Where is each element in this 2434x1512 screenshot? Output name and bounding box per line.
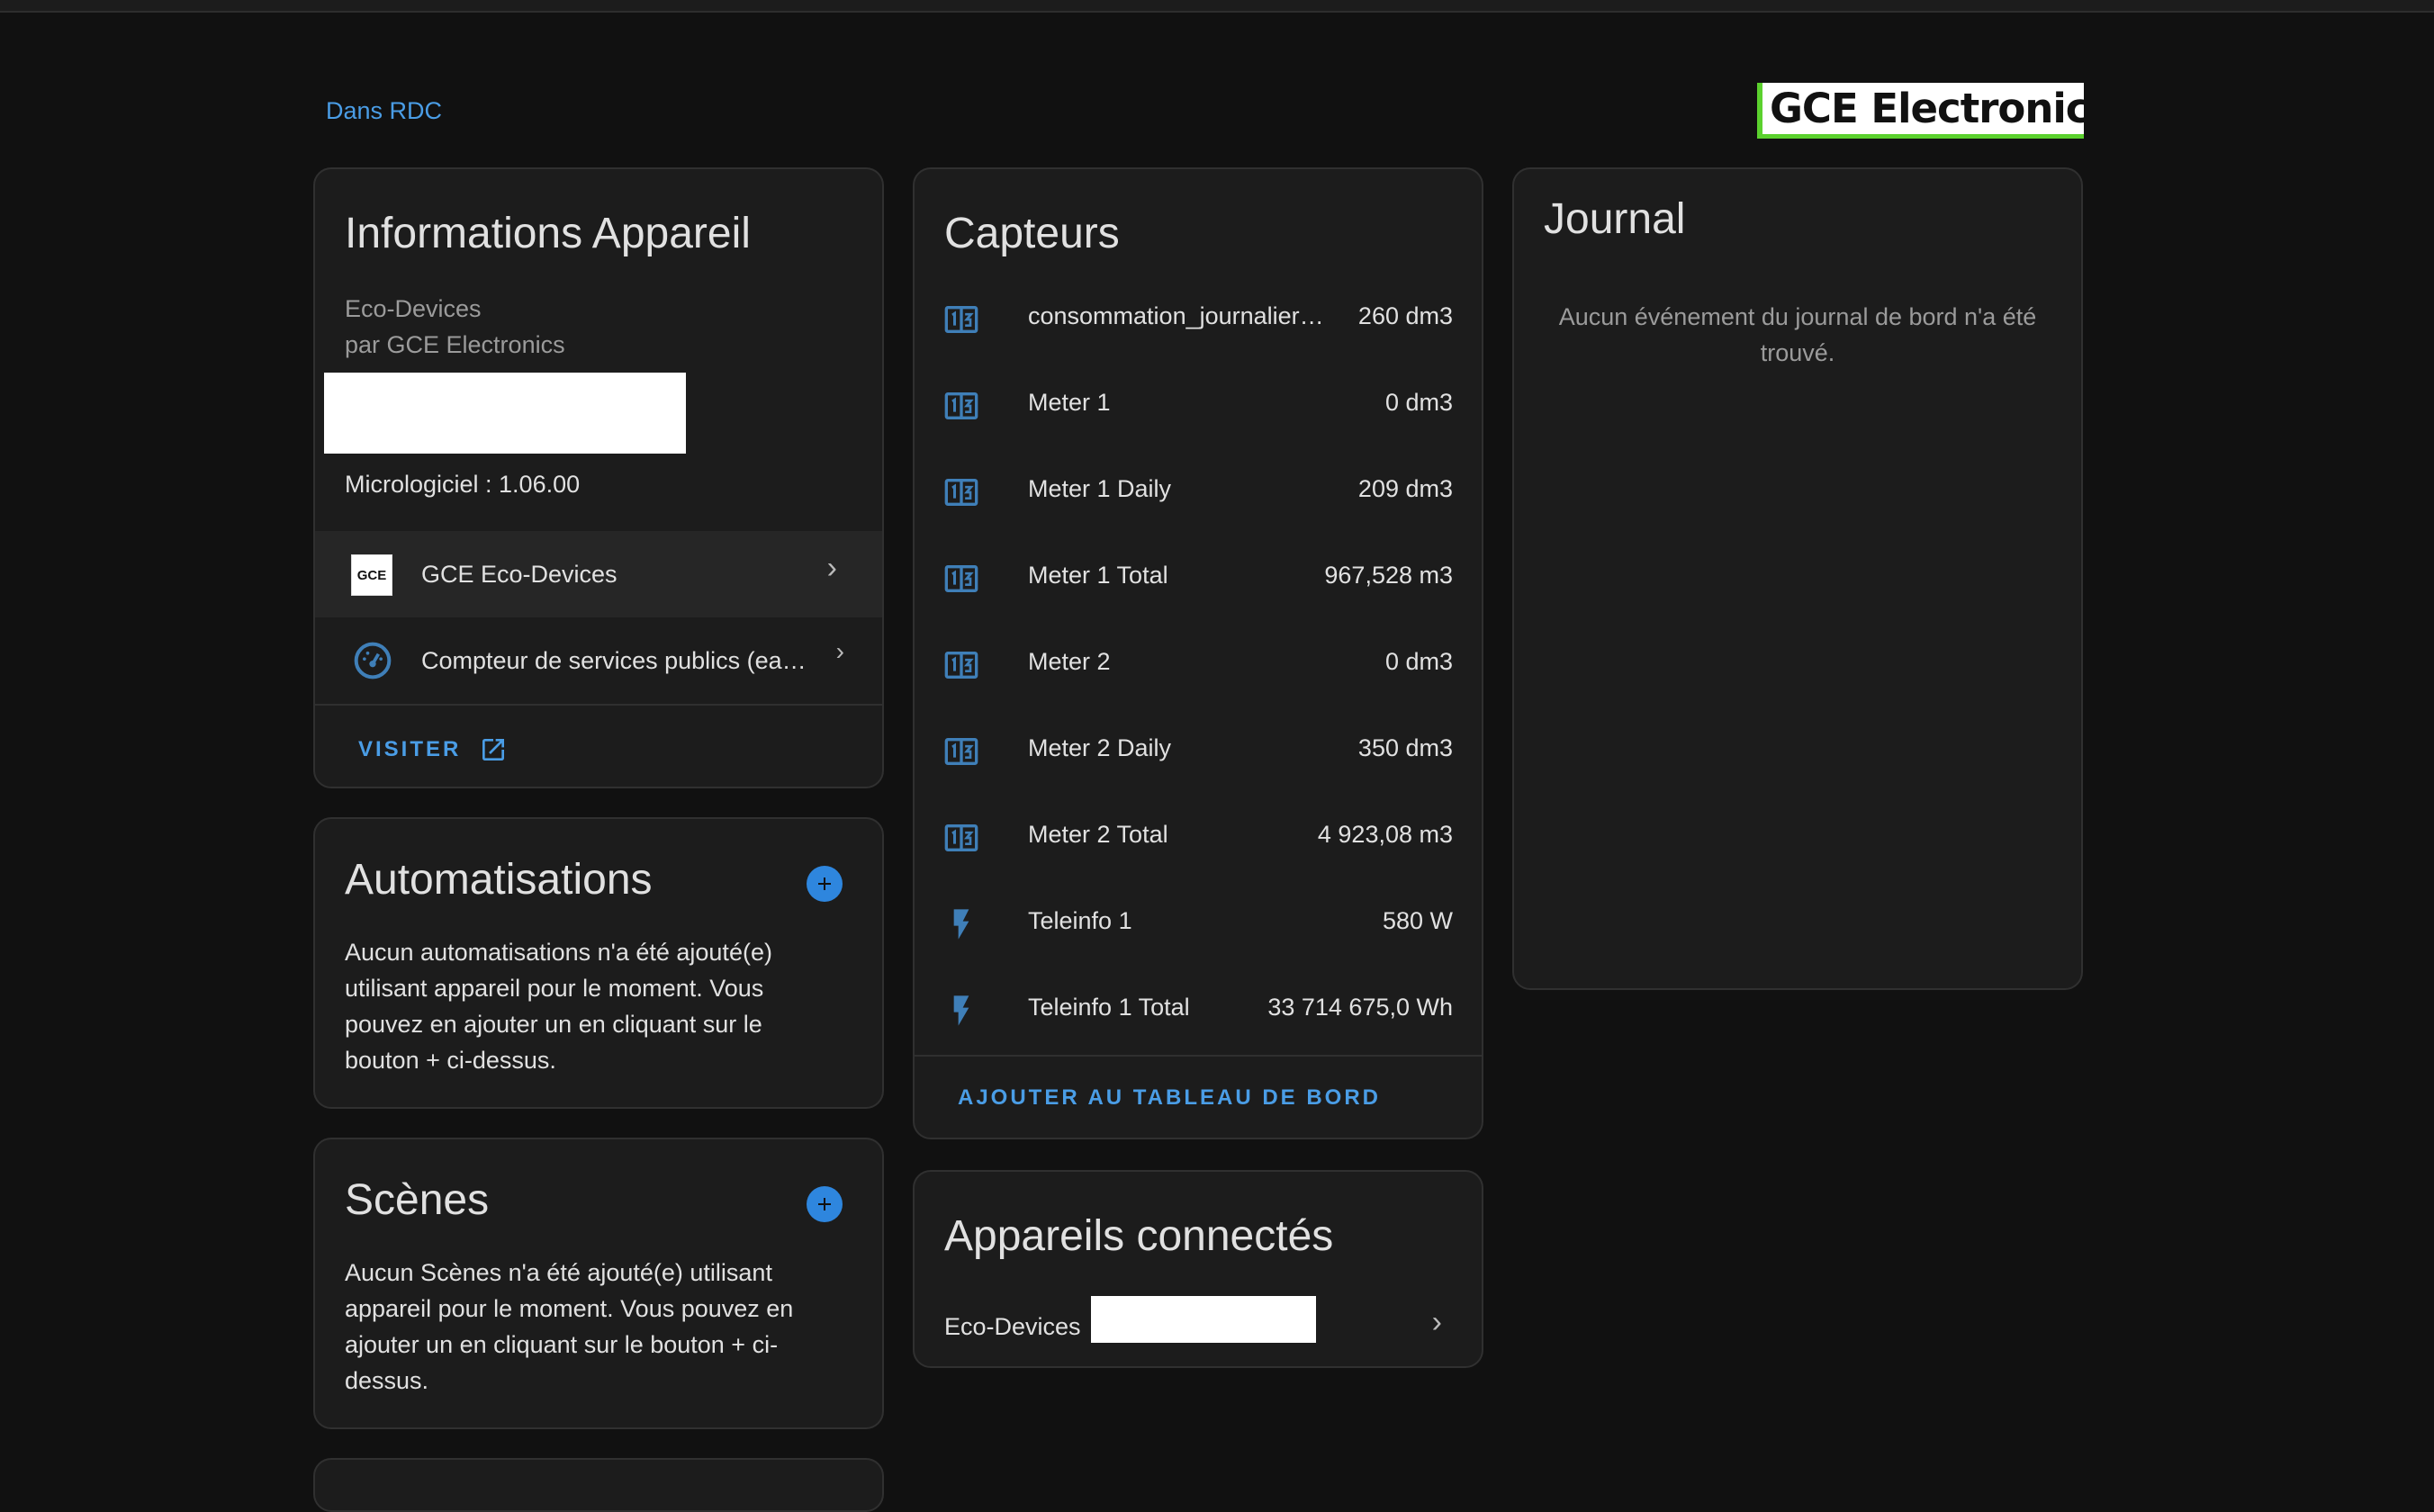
sensor-value: 209 dm3 [1357, 475, 1453, 502]
divider [315, 704, 882, 706]
chevron-right-icon: › [835, 637, 844, 665]
integration-row[interactable]: GCE GCE Eco-Devices › [315, 531, 882, 617]
journal-title: Journal [1544, 195, 1686, 243]
counter-icon [943, 820, 979, 856]
plus-icon [818, 878, 831, 890]
sensor-row[interactable]: Teleinfo 1 Total 33 714 675,0 Wh [915, 967, 1482, 1053]
sensor-value: 580 W [1382, 907, 1453, 934]
device-manufacturer: par GCE Electronics [345, 331, 565, 358]
sensor-name: Meter 2 [1028, 648, 1111, 675]
sensor-row[interactable]: Meter 2 0 dm3 [915, 621, 1482, 707]
sensor-row[interactable]: Teleinfo 1 580 W [915, 880, 1482, 967]
top-app-bar [0, 0, 2434, 13]
divider [915, 1055, 1482, 1057]
connected-devices-card: Appareils connectés Eco-Devices › [913, 1170, 1483, 1368]
sensor-name: Meter 1 [1028, 389, 1111, 416]
device-model: Eco-Devices [345, 295, 482, 322]
scripts-card-partial [313, 1458, 884, 1512]
sensor-value: 350 dm3 [1357, 734, 1453, 761]
gce-integration-icon: GCE [351, 554, 392, 596]
sensor-row[interactable]: Meter 2 Daily 350 dm3 [915, 707, 1482, 794]
sensor-name: Meter 2 Daily [1028, 734, 1172, 761]
sensor-value: 260 dm3 [1357, 302, 1453, 329]
plus-icon [818, 1198, 831, 1210]
sensor-value: 0 dm3 [1384, 389, 1453, 416]
sensor-row[interactable]: Meter 1 Daily 209 dm3 [915, 448, 1482, 535]
sensor-value: 967,528 m3 [1324, 562, 1453, 589]
counter-icon [943, 474, 979, 510]
visit-label: VISITER [358, 737, 462, 761]
open-in-new-icon [482, 739, 505, 760]
sensor-row[interactable]: consommation_journalier… 260 dm3 [915, 275, 1482, 362]
sensor-row[interactable]: Meter 1 0 dm3 [915, 362, 1482, 448]
sensor-row[interactable]: Meter 2 Total 4 923,08 m3 [915, 794, 1482, 880]
redacted-block [1091, 1296, 1316, 1343]
counter-icon [943, 302, 979, 338]
automations-card: Automatisations Aucun automatisations n'… [313, 817, 884, 1109]
gauge-icon [354, 642, 392, 680]
sensor-value: 4 923,08 m3 [1317, 821, 1453, 848]
sensors-card: Capteurs consommation_journalier… 260 dm3… [913, 167, 1483, 1139]
counter-icon [943, 734, 979, 770]
counter-icon [943, 647, 979, 683]
journal-empty-text: Aucun événement du journal de bord n'a é… [1558, 303, 2037, 366]
sensor-name: Meter 2 Total [1028, 821, 1168, 848]
add-scene-button[interactable] [807, 1186, 843, 1222]
counter-icon [943, 388, 979, 424]
scenes-card: Scènes Aucun Scènes n'a été ajouté(e) ut… [313, 1138, 884, 1429]
scenes-empty-text: Aucun Scènes n'a été ajouté(e) utilisant… [345, 1259, 794, 1394]
sensor-value: 33 714 675,0 Wh [1267, 994, 1453, 1021]
connected-device-label: Eco-Devices [944, 1313, 1081, 1340]
sensor-name: Meter 1 Daily [1028, 475, 1172, 502]
counter-icon [943, 561, 979, 597]
chevron-right-icon: › [826, 551, 837, 585]
flash-icon [943, 906, 979, 942]
brand-logo-text: GCE Electronics [1770, 85, 2084, 132]
connected-devices-title: Appareils connectés [944, 1212, 1334, 1260]
device-info-card: Informations Appareil Eco-Devices par GC… [313, 167, 884, 788]
sensor-name: consommation_journalier… [1028, 302, 1324, 329]
sensor-name: Meter 1 Total [1028, 562, 1168, 589]
scenes-title: Scènes [345, 1176, 490, 1224]
automations-empty-text: Aucun automatisations n'a été ajouté(e) … [345, 939, 772, 1074]
flash-icon [943, 993, 979, 1029]
sensor-row[interactable]: Meter 1 Total 967,528 m3 [915, 535, 1482, 621]
breadcrumb-area-link[interactable]: Dans RDC [326, 97, 442, 125]
chevron-right-icon: › [1431, 1305, 1442, 1339]
add-automation-button[interactable] [807, 866, 843, 902]
integration-icon-text: GCE [356, 567, 387, 583]
service-label: Compteur de services publics (ea… [421, 647, 807, 674]
journal-card: Journal Aucun événement du journal de bo… [1512, 167, 2083, 990]
device-info-title: Informations Appareil [345, 210, 751, 257]
visit-button[interactable]: VISITER [358, 727, 508, 772]
connected-device-row[interactable]: Eco-Devices › [915, 1289, 1482, 1361]
automations-title: Automatisations [345, 856, 653, 904]
add-to-dashboard-button[interactable]: AJOUTER AU TABLEAU DE BORD [958, 1085, 1381, 1111]
sensor-name: Teleinfo 1 [1028, 907, 1132, 934]
sensor-value: 0 dm3 [1384, 648, 1453, 675]
firmware-version: Micrologiciel : 1.06.00 [345, 471, 581, 498]
service-row[interactable]: Compteur de services publics (ea… › [315, 617, 882, 704]
integration-label: GCE Eco-Devices [421, 561, 618, 588]
brand-logo: GCE Electronics [1757, 83, 2084, 139]
sensors-title: Capteurs [944, 210, 1120, 257]
redacted-block [324, 373, 686, 454]
